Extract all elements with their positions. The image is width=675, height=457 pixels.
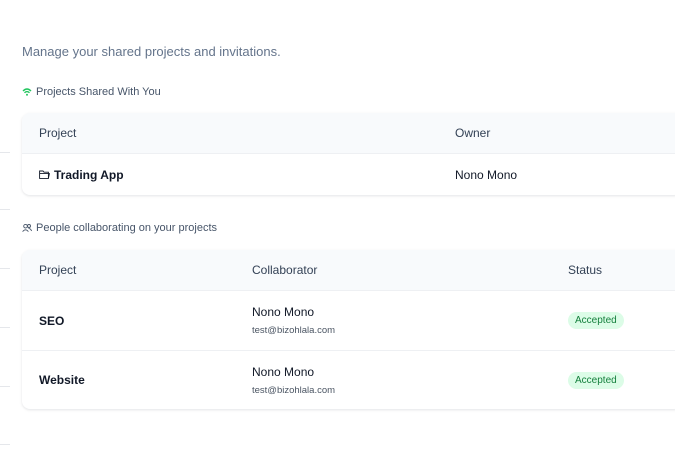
- project-name: Trading App: [54, 167, 124, 182]
- sidebar-divider: [0, 444, 10, 445]
- table-header: Project Owner: [22, 113, 675, 154]
- column-header-project: Project: [39, 263, 77, 277]
- collaborator-email: test@bizohlala.com: [252, 384, 336, 396]
- wifi-icon: [22, 87, 32, 97]
- project-cell: Trading App: [22, 168, 438, 182]
- sidebar-divider: [0, 327, 10, 328]
- collaborator-email: test@bizohlala.com: [252, 325, 336, 336]
- column-header-status: Status: [568, 263, 603, 277]
- section-title: Projects Shared With You: [36, 86, 161, 98]
- collaborator-name: Nono Mono: [252, 364, 315, 379]
- sidebar-divider: [0, 386, 10, 387]
- collaborator-cell: Nono Mono test@bizohlala.com: [235, 365, 551, 396]
- collaborators-table: Project Collaborator Status SEO Nono Mon…: [22, 250, 675, 409]
- table-row[interactable]: SEO Nono Mono test@bizohlala.com Accepte…: [22, 291, 675, 351]
- table-row[interactable]: Trading App Nono Mono: [22, 154, 675, 195]
- table-header: Project Collaborator Status: [22, 250, 675, 291]
- shared-projects-table: Project Owner Trading App Nono Mono: [22, 113, 675, 195]
- status-badge: Accepted: [568, 371, 624, 389]
- status-cell: Accepted: [551, 371, 675, 389]
- status-badge: Accepted: [568, 312, 624, 329]
- owner-name: Nono Mono: [455, 167, 518, 182]
- users-icon: [22, 223, 32, 233]
- project-link[interactable]: Trading App: [39, 168, 124, 182]
- table-row[interactable]: Website Nono Mono test@bizohlala.com Acc…: [22, 351, 675, 409]
- status-cell: Accepted: [551, 312, 675, 329]
- folder-icon: [39, 168, 50, 182]
- collaborating-heading: People collaborating on your projects: [22, 222, 217, 234]
- column-header-project: Project: [39, 126, 77, 140]
- sidebar-divider: [0, 209, 10, 210]
- column-header-collaborator: Collaborator: [252, 263, 318, 277]
- shared-projects-page: Manage your shared projects and invitati…: [0, 0, 675, 457]
- project-name: SEO: [39, 313, 65, 328]
- column-header-owner: Owner: [455, 126, 491, 140]
- shared-with-you-heading: Projects Shared With You: [22, 86, 161, 98]
- sidebar-divider: [0, 152, 10, 153]
- collaborator-cell: Nono Mono test@bizohlala.com: [235, 305, 551, 336]
- sidebar-divider: [0, 268, 10, 269]
- project-name: Website: [39, 373, 85, 387]
- page-subtitle: Manage your shared projects and invitati…: [22, 44, 281, 59]
- section-title: People collaborating on your projects: [36, 222, 218, 234]
- collaborator-name: Nono Mono: [252, 305, 315, 319]
